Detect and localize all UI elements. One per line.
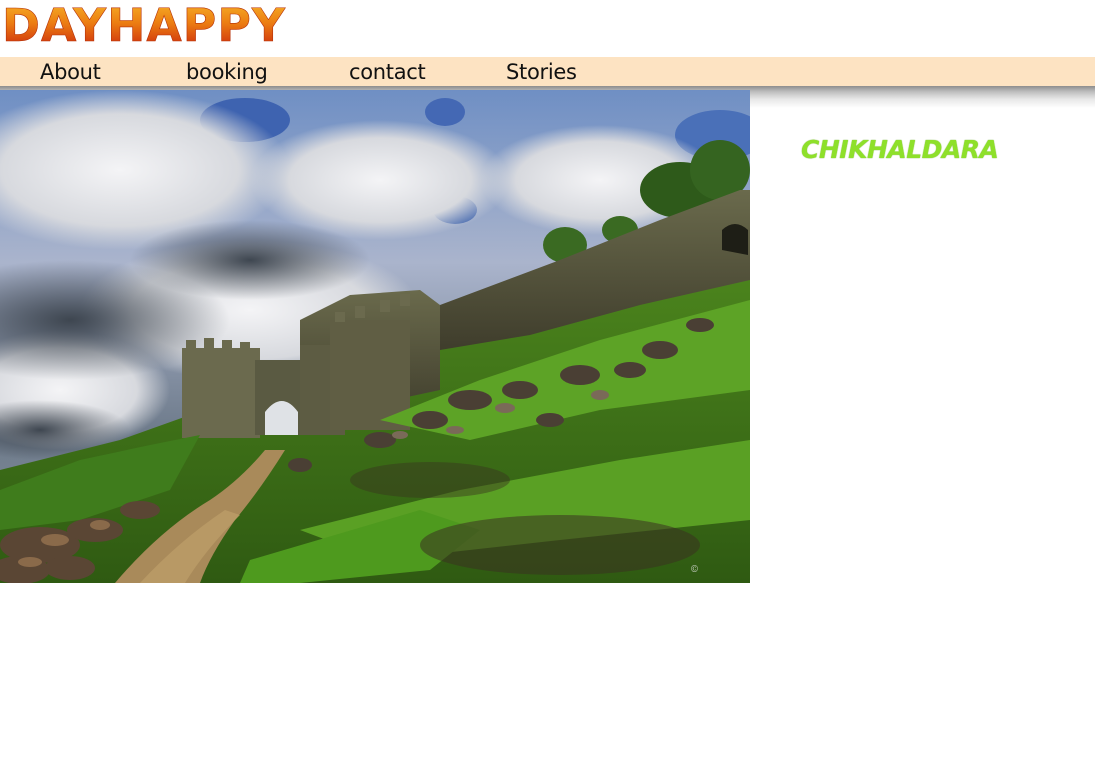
nav-booking[interactable]: booking xyxy=(186,57,268,86)
nav-about[interactable]: About xyxy=(40,57,101,86)
nav-stories[interactable]: Stories xyxy=(506,57,577,86)
svg-text:©: © xyxy=(690,565,699,575)
logo-text: DAYHAPPY xyxy=(2,2,286,46)
hero-image: © xyxy=(0,90,750,583)
nav-contact[interactable]: contact xyxy=(349,57,426,86)
destination-title: CHIKHALDARA xyxy=(801,135,999,164)
fort-landscape-illustration: © xyxy=(0,90,750,583)
logo-graphic: DAYHAPPY xyxy=(2,2,286,46)
site-logo[interactable]: DAYHAPPY xyxy=(1,2,291,46)
main-nav: About booking contact Stories xyxy=(0,57,1095,86)
